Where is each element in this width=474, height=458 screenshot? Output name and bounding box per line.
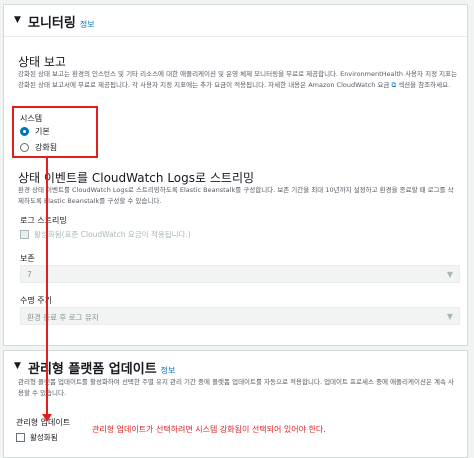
monitoring-title-text: 모니터링 bbox=[28, 16, 76, 31]
annotation-arrow-line bbox=[46, 158, 48, 420]
managed-updates-panel: ▼ 관리형 플랫폼 업데이트 정보 관리형 플랫폼 업데이트를 활성화하여 선택한… bbox=[3, 350, 468, 458]
monitoring-header[interactable]: ▼ 모니터링 정보 bbox=[4, 5, 467, 37]
log-streaming-checkbox-label: 활성화됨(표준 CloudWatch 요금이 적용됩니다.) bbox=[34, 230, 191, 239]
managed-update-checkbox[interactable] bbox=[16, 433, 25, 442]
monitoring-panel: ▼ 모니터링 정보 상태 보고 강화된 상태 보고는 환경의 인스턴스 및 기타 … bbox=[3, 4, 468, 346]
annotation-arrow-head bbox=[42, 414, 52, 422]
streaming-heading: 상태 이벤트를 CloudWatch Logs로 스트리밍 bbox=[18, 171, 255, 185]
dropdown-arrow-icon: ▼ bbox=[446, 270, 453, 279]
log-streaming-checkbox[interactable] bbox=[20, 230, 29, 239]
monitoring-info-link[interactable]: 정보 bbox=[80, 20, 95, 29]
updates-description: 관리형 플랫폼 업데이트를 활성화하여 선택한 주별 유지 관리 기간 중에 플… bbox=[18, 378, 455, 397]
lifecycle-select[interactable]: 환경 종료 후 로그 유지 ▼ bbox=[20, 307, 460, 325]
retention-value: 7 bbox=[27, 270, 32, 279]
caret-down-icon[interactable]: ▼ bbox=[14, 15, 21, 25]
monitoring-title: 모니터링 정보 bbox=[28, 12, 95, 31]
updates-info-link[interactable]: 정보 bbox=[161, 366, 176, 375]
status-report-description: 강화된 상태 보고는 환경의 인스턴스 및 기타 리소스에 대한 애플리케이션 … bbox=[18, 69, 458, 91]
retention-label: 보존 bbox=[20, 254, 35, 263]
status-report-heading: 상태 보고 bbox=[18, 55, 66, 69]
status-report-link-suffix: 섹션을 참조하세요. bbox=[398, 81, 451, 89]
streaming-description: 환경 상태 이벤트를 CloudWatch Logs로 스트리밍하도록 Elas… bbox=[18, 186, 454, 205]
updates-title: 관리형 플랫폼 업데이트 정보 bbox=[28, 358, 175, 377]
caret-down-icon[interactable]: ▼ bbox=[14, 361, 21, 371]
managed-update-checkbox-label: 활성화됨 bbox=[30, 433, 58, 442]
log-streaming-label: 로그 스트리밍 bbox=[20, 216, 67, 225]
lifecycle-value: 환경 종료 후 로그 유지 bbox=[27, 313, 99, 322]
managed-update-checkbox-row[interactable]: 활성화됨 bbox=[16, 432, 58, 443]
annotation-text: 관리형 업데이트가 선택하려면 시스템 강화됨이 선택되어 있어야 한다. bbox=[92, 425, 326, 434]
external-link-icon[interactable]: ⧉ bbox=[391, 81, 396, 89]
system-highlight-box bbox=[12, 106, 98, 158]
dropdown-arrow-icon: ▼ bbox=[446, 312, 453, 321]
retention-select[interactable]: 7 ▼ bbox=[20, 265, 460, 283]
